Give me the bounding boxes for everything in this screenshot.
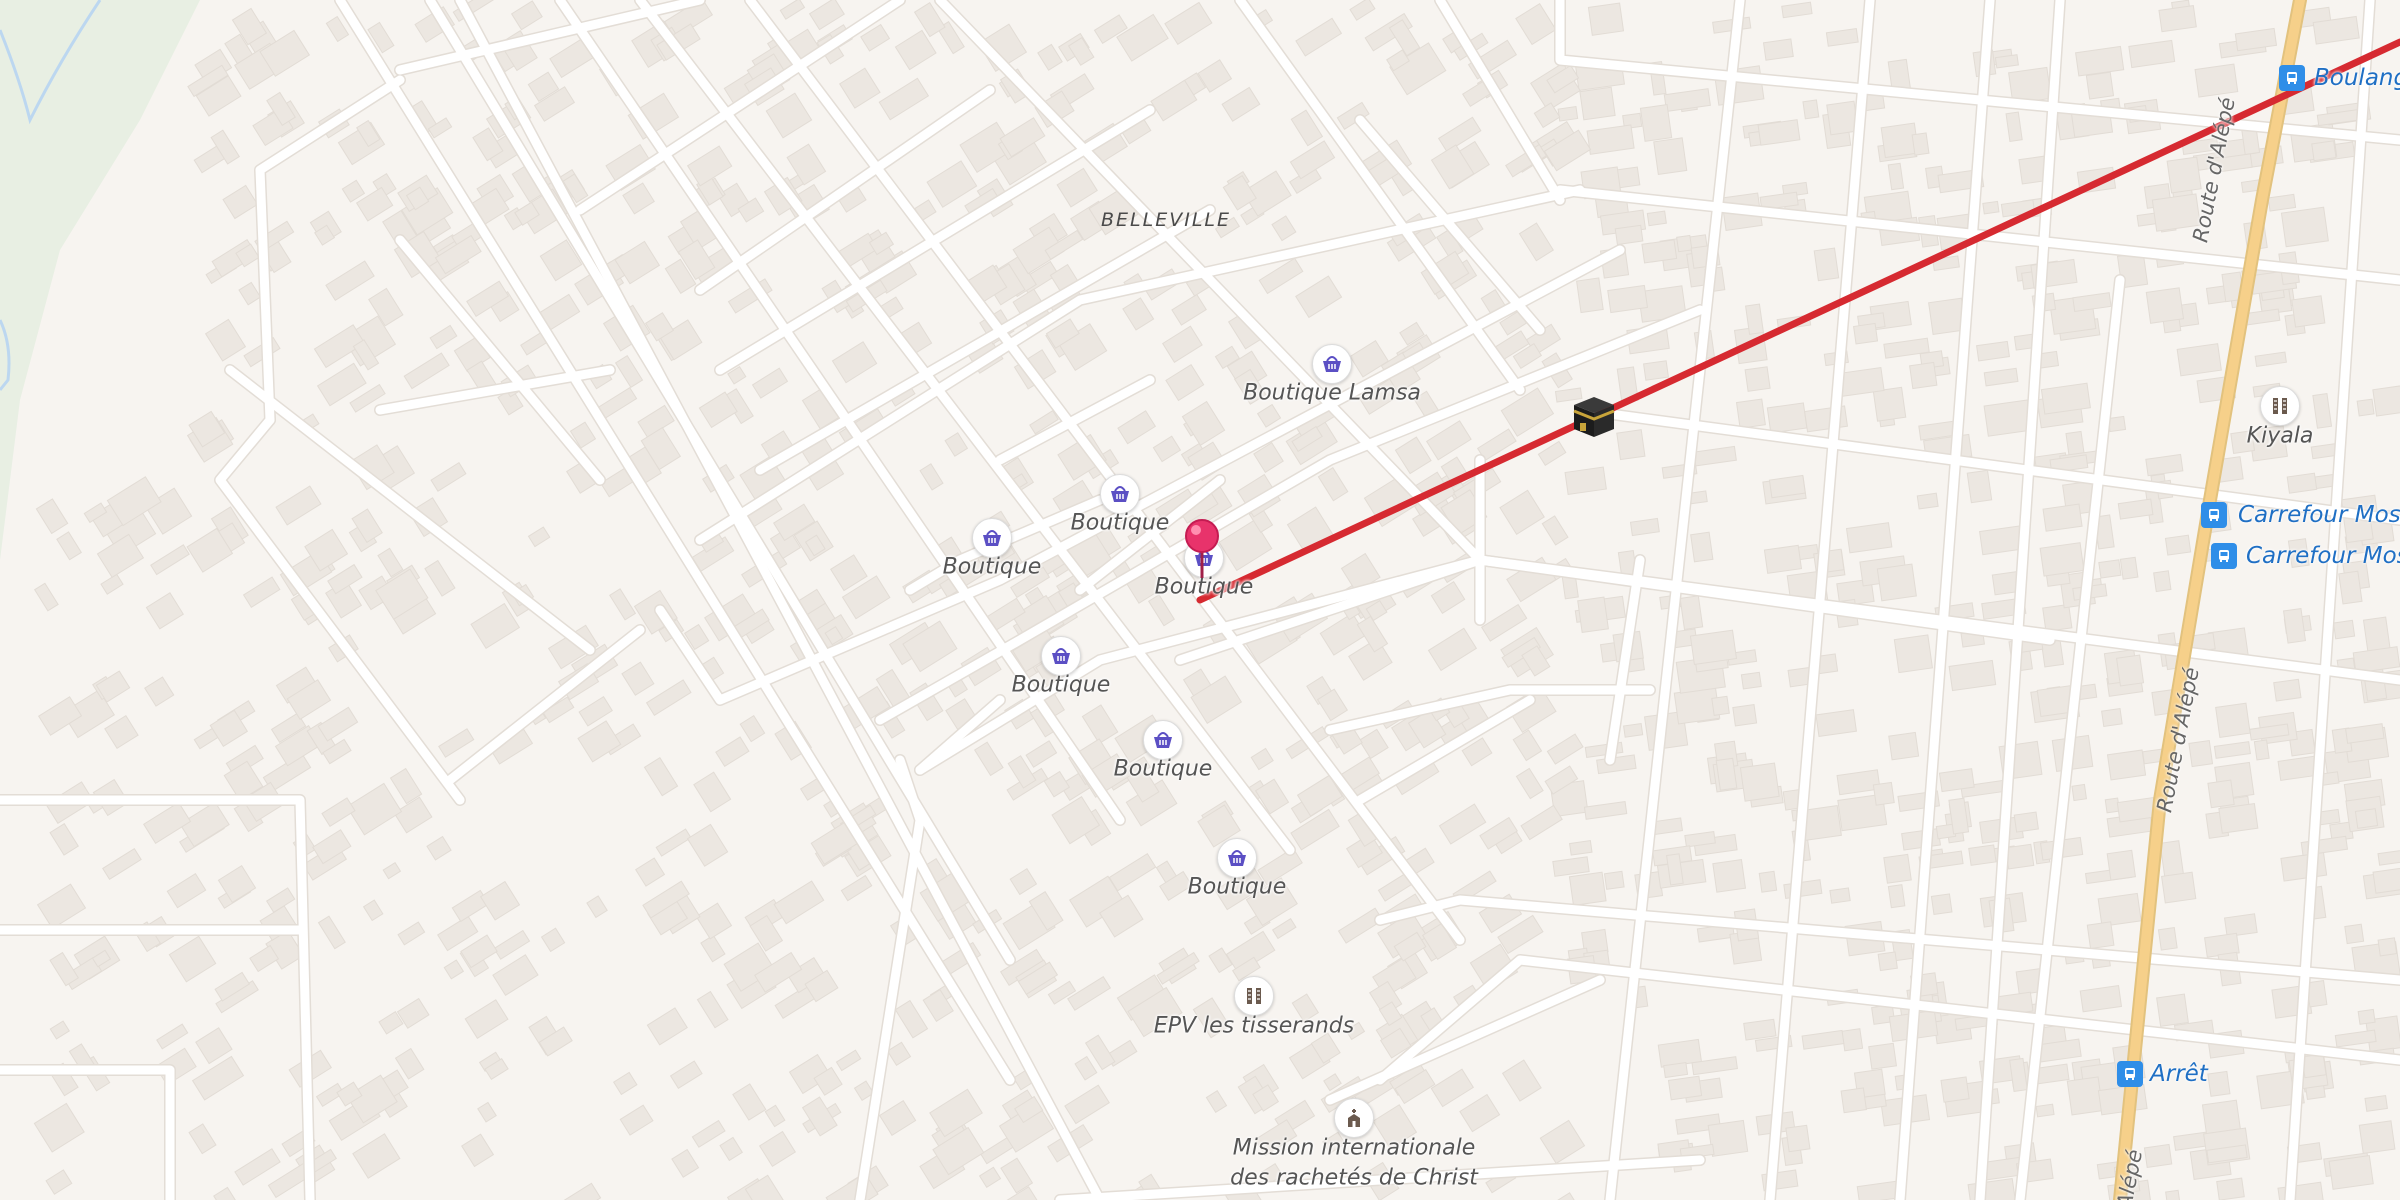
- poi-boutique[interactable]: [1217, 838, 1257, 878]
- poi-label: Boutique: [1187, 874, 1287, 900]
- shopping-basket-icon: [1228, 850, 1246, 866]
- poi-kiyala[interactable]: [2260, 386, 2300, 426]
- poi-label: Boutique: [1070, 510, 1170, 536]
- poi-label: Boutique: [942, 554, 1042, 580]
- shopping-basket-icon: [983, 530, 1001, 546]
- bus-stop-icon[interactable]: [2117, 1061, 2143, 1087]
- shopping-basket-icon: [1154, 732, 1172, 748]
- poi-mission-church[interactable]: [1334, 1098, 1374, 1138]
- poi-epv-les-tisserands[interactable]: [1234, 976, 1274, 1016]
- poi-boutique[interactable]: [1041, 636, 1081, 676]
- poi-boutique[interactable]: [1100, 474, 1140, 514]
- poi-label-mission-line2: des rachetés de Christ: [1230, 1165, 1478, 1191]
- bus-stop-label: Arrêt: [2150, 1061, 2208, 1087]
- school-icon: [2273, 398, 2287, 414]
- poi-label: Boutique: [1154, 574, 1254, 600]
- location-pin-icon[interactable]: [1182, 518, 1222, 578]
- bus-stop-icon[interactable]: [2201, 502, 2227, 528]
- kaaba-icon[interactable]: [1566, 387, 1622, 443]
- poi-label-mission-line1: Mission internationale: [1232, 1135, 1476, 1161]
- bus-stop-label: Carrefour Mosq: [2238, 502, 2400, 528]
- poi-label: EPV les tisserands: [1153, 1013, 1355, 1039]
- poi-boutique-lamsa[interactable]: [1312, 344, 1352, 384]
- district-label: BELLEVILLE: [1101, 209, 1231, 231]
- poi-label: Boutique: [1011, 672, 1111, 698]
- church-icon: [1348, 1109, 1360, 1127]
- poi-boutique[interactable]: [1143, 720, 1183, 760]
- bus-stop-label: Carrefour Mosq: [2246, 543, 2400, 569]
- map-canvas[interactable]: BELLEVILLE Boutique Lamsa Boutique Bouti…: [0, 0, 2400, 1200]
- park-area: [0, 0, 200, 560]
- poi-label: Boutique Lamsa: [1243, 380, 1421, 406]
- poi-label: Kiyala: [2246, 423, 2314, 449]
- bus-stop-icon[interactable]: [2211, 543, 2237, 569]
- school-icon: [1247, 988, 1261, 1004]
- poi-label: Boutique: [1113, 756, 1213, 782]
- shopping-basket-icon: [1052, 648, 1070, 664]
- bus-stop-label: Boulang: [2314, 65, 2400, 91]
- poi-boutique[interactable]: [972, 518, 1012, 558]
- shopping-basket-icon: [1323, 356, 1341, 372]
- bus-stop-icon[interactable]: [2279, 65, 2305, 91]
- shopping-basket-icon: [1111, 486, 1129, 502]
